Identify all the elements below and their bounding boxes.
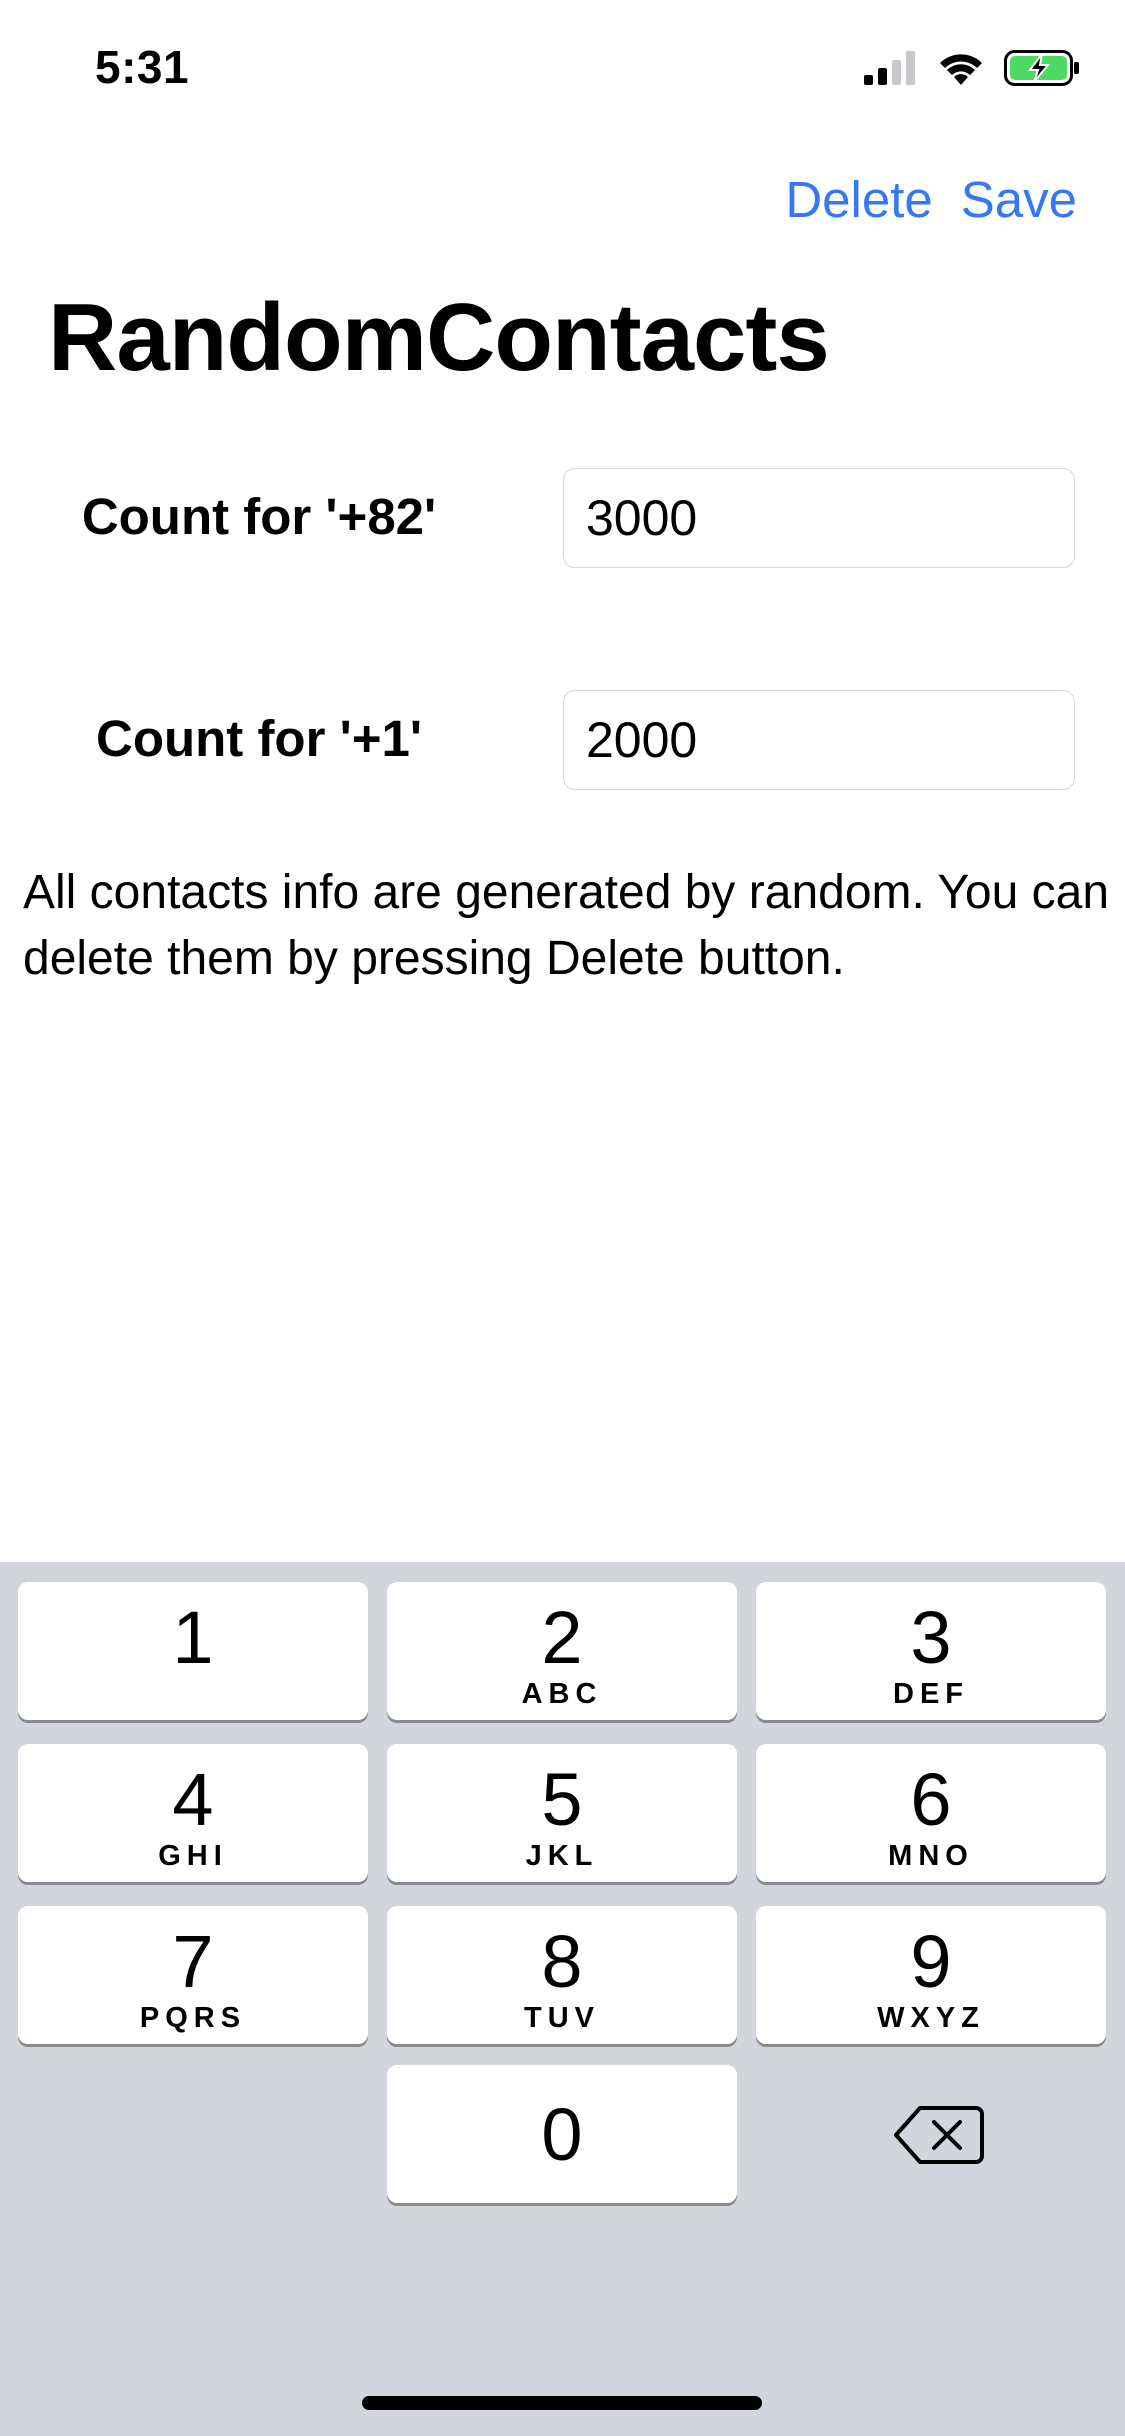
key-5[interactable]: 5 JKL	[387, 1744, 737, 1882]
key-digit: 3	[910, 1596, 952, 1679]
count-label-plus82: Count for '+82'	[81, 488, 437, 545]
key-letters: MNO	[888, 1840, 974, 1872]
key-2[interactable]: 2 ABC	[387, 1582, 737, 1720]
home-indicator	[362, 2396, 762, 2410]
wifi-icon	[940, 54, 982, 85]
key-0[interactable]: 0	[387, 2065, 737, 2203]
key-8[interactable]: 8 TUV	[387, 1906, 737, 2044]
key-3[interactable]: 3 DEF	[756, 1582, 1106, 1720]
status-time: 5:31	[95, 41, 190, 93]
key-digit: 1	[172, 1596, 214, 1679]
count-input-plus82[interactable]	[563, 468, 1075, 568]
delete-button[interactable]: Delete	[785, 170, 932, 229]
key-digit: 9	[910, 1920, 952, 2003]
cellular-signal-icon	[864, 51, 915, 85]
key-digit: 2	[541, 1596, 583, 1679]
key-9[interactable]: 9 WXYZ	[756, 1906, 1106, 2044]
number-keypad: 1 2 ABC 3 DEF 4 GHI 5 JKL 6 MNO 7 PQRS 8…	[0, 1562, 1125, 2436]
key-7[interactable]: 7 PQRS	[18, 1906, 368, 2044]
key-letters: ABC	[521, 1678, 603, 1710]
key-digit: 8	[541, 1920, 583, 2003]
backspace-icon[interactable]	[890, 2102, 986, 2168]
key-letters: DEF	[893, 1678, 969, 1710]
key-4[interactable]: 4 GHI	[18, 1744, 368, 1882]
save-button[interactable]: Save	[961, 170, 1077, 229]
key-letters: JKL	[525, 1840, 599, 1872]
key-digit: 6	[910, 1758, 952, 1841]
key-digit: 0	[541, 2093, 583, 2176]
key-6[interactable]: 6 MNO	[756, 1744, 1106, 1882]
key-letters: TUV	[524, 2002, 600, 2034]
key-letters: GHI	[158, 1840, 228, 1872]
key-letters: PQRS	[139, 2002, 247, 2034]
battery-charging-icon	[1004, 50, 1079, 86]
key-digit: 7	[172, 1920, 214, 2003]
key-letters: WXYZ	[877, 2002, 985, 2034]
key-digit: 4	[172, 1758, 214, 1841]
count-input-plus1[interactable]	[563, 690, 1075, 790]
key-digit: 5	[541, 1758, 583, 1841]
status-icons	[864, 48, 1080, 88]
nav-actions: Delete Save	[785, 170, 1077, 229]
key-1[interactable]: 1	[18, 1582, 368, 1720]
count-label-plus1: Count for '+1'	[96, 710, 422, 767]
info-text: All contacts info are generated by rando…	[23, 866, 1110, 985]
page-title: RandomContacts	[48, 284, 830, 391]
